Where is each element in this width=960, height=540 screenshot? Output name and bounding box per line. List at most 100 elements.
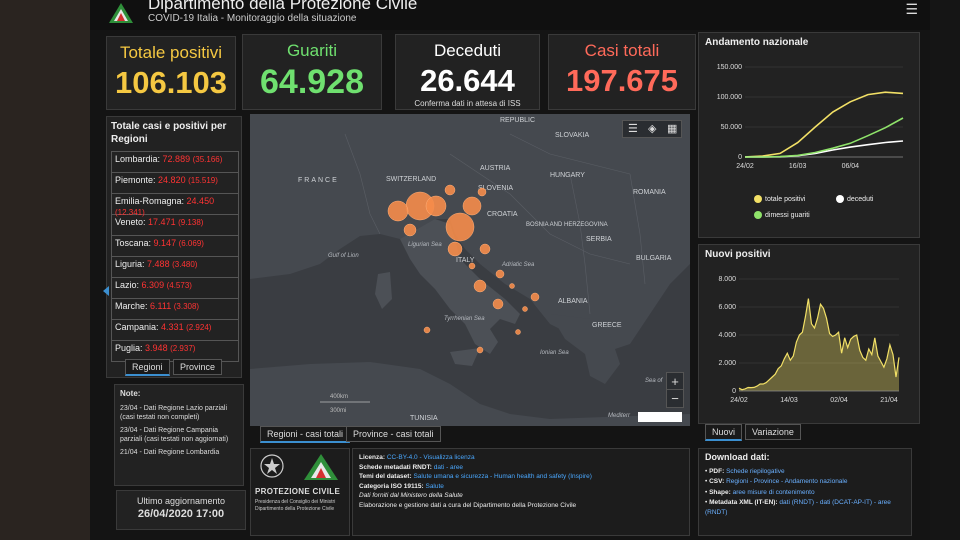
- download-label: PDF:: [709, 467, 725, 475]
- andamento-chart: 150.000 100.000 50.000 0 24/02 16/03 06/04: [717, 64, 904, 170]
- map-label-tyrrhenian-sea: Tyrrhenian Sea: [444, 316, 485, 322]
- bubble-sicilia: [476, 346, 484, 354]
- nuovi-positivi-panel: Nuovi positivi 8.000 6.000 4.000 2.000 0 24/0…: [698, 244, 920, 424]
- stat-label: Guariti: [286, 41, 338, 60]
- region-name: Veneto:: [115, 217, 146, 227]
- legend-item: totale positivi: [754, 195, 805, 203]
- map-label-hungary: HUNGARY: [550, 172, 585, 179]
- info-line-metadati: Schede metadati RNDT: dati - aree: [359, 463, 683, 473]
- basemap-gallery-icon[interactable]: ▦: [667, 122, 677, 135]
- region-row[interactable]: Piemonte: 24.820 (15.519): [112, 173, 238, 194]
- legend-swatch: [754, 211, 762, 219]
- y-tick-label: 6.000: [718, 304, 736, 311]
- x-tick-label: 02/04: [830, 397, 848, 404]
- regions-panel: Totale casi e positivi per Regioni Lomba…: [106, 116, 242, 378]
- region-row[interactable]: Lombardia: 72.889 (35.166): [112, 152, 238, 173]
- tab-regioni[interactable]: Regioni: [125, 359, 170, 376]
- x-tick-label: 24/02: [736, 163, 754, 170]
- map-canvas[interactable]: FRANCE SWITZERLAND AUSTRIA SLOVENIA CROA…: [250, 114, 690, 426]
- stat-deceduti: Deceduti 26.644 Conferma dati in attesa …: [395, 34, 540, 110]
- bubble-puglia: [530, 292, 540, 302]
- y-tick-label: 100.000: [717, 94, 742, 101]
- attribution-box: [638, 412, 682, 422]
- download-link[interactable]: aree misure di contenimento: [733, 489, 815, 496]
- bubble-umbria: [468, 262, 476, 270]
- region-list[interactable]: Lombardia: 72.889 (35.166) Piemonte: 24.8…: [111, 151, 239, 362]
- region-total: 9.147: [153, 238, 177, 248]
- bubble-lazio: [473, 279, 487, 293]
- note-line: 23/04 - Dati Regione Campania parziali (…: [120, 427, 229, 443]
- stat-value: 106.103: [114, 65, 228, 100]
- stat-value: 26.644: [420, 63, 515, 98]
- tab-nuovi[interactable]: Nuovi: [705, 424, 743, 441]
- tab-variazione[interactable]: Variazione: [745, 424, 801, 440]
- x-tick-label: 06/04: [842, 163, 860, 170]
- region-row[interactable]: Marche: 6.111 (3.308): [112, 299, 238, 320]
- update-value: 26/04/2020 17:00: [137, 508, 225, 520]
- region-row[interactable]: Veneto: 17.471 (9.138): [112, 215, 238, 236]
- layers-icon[interactable]: ◈: [648, 122, 656, 135]
- map-panel[interactable]: FRANCE SWITZERLAND AUSTRIA SLOVENIA CROA…: [250, 114, 690, 426]
- info-line-categoria: Categoria ISO 19115: Salute: [359, 482, 683, 492]
- categoria-link[interactable]: Salute: [425, 483, 443, 490]
- tab-map-province[interactable]: Province - casi totali: [346, 426, 441, 442]
- y-tick-label: 4.000: [718, 332, 736, 339]
- repubblica-emblem-icon: [260, 454, 284, 478]
- metadati-link[interactable]: dati - aree: [434, 464, 463, 471]
- bubble-emilia: [445, 212, 475, 242]
- landmass-sardinia: [375, 272, 392, 309]
- tab-map-regioni[interactable]: Regioni - casi totali: [260, 426, 351, 443]
- x-tick-label: 21/04: [880, 397, 898, 404]
- app-title: Dipartimento della Protezione Civile: [148, 0, 418, 13]
- legend-swatch: [836, 195, 844, 203]
- info-label: Categoria ISO 19115:: [359, 482, 424, 490]
- tab-province[interactable]: Province: [173, 359, 223, 375]
- last-update-panel: Ultimo aggiornamento 26/04/2020 17:00: [116, 490, 246, 530]
- pc-logo-sub2: Dipartimento della Protezione Civile: [255, 506, 335, 512]
- info-label: Schede metadati RNDT:: [359, 463, 432, 471]
- zoom-out-button[interactable]: −: [667, 390, 683, 407]
- region-row[interactable]: Campania: 4.331 (2.924): [112, 320, 238, 341]
- region-row[interactable]: Liguria: 7.488 (3.480): [112, 257, 238, 278]
- stat-guariti: Guariti 64.928: [242, 34, 382, 110]
- bubble-liguria: [403, 223, 417, 237]
- region-row[interactable]: Toscana: 9.147 (6.069): [112, 236, 238, 257]
- temi-link[interactable]: Salute umana e sicurezza - Human health …: [413, 473, 591, 480]
- region-positive: (9.138): [178, 218, 204, 227]
- landmass-sicily: [450, 348, 480, 366]
- download-item: • CSV: Regioni - Province - Andamento na…: [705, 477, 905, 487]
- region-name: Campania:: [115, 322, 159, 332]
- map-label-adriatic-sea: Adriatic Sea: [501, 262, 535, 268]
- legend-label: dimessi guariti: [765, 211, 810, 219]
- scale-mi: 300mi: [330, 408, 346, 414]
- legend-list-icon[interactable]: ☰: [628, 122, 638, 135]
- download-link[interactable]: Schede riepilogative: [726, 468, 785, 475]
- panel-expand-arrow-icon[interactable]: [103, 286, 109, 296]
- stat-casi-totali: Casi totali 197.675: [548, 34, 696, 110]
- nuovi-chart: 8.000 6.000 4.000 2.000 0 24/02 14/03 02/04 21/0…: [718, 276, 900, 404]
- legend-item: deceduti: [836, 195, 873, 203]
- bubble-calabria: [515, 329, 521, 335]
- y-tick-label: 2.000: [718, 360, 736, 367]
- bubble-friuli: [477, 187, 487, 197]
- download-title: Download dati:: [705, 452, 770, 462]
- region-row[interactable]: Lazio: 6.309 (4.573): [112, 278, 238, 299]
- zoom-controls: + −: [666, 372, 684, 408]
- monitor-bezel-right: [930, 0, 960, 540]
- map-label-mediterr: Mediterr: [608, 413, 631, 419]
- region-positive: (3.308): [173, 302, 200, 311]
- info-line-licenza: Licenza: CC-BY-4.0 - Visualizza licenza: [359, 453, 683, 463]
- dashboard-screen: Dipartimento della Protezione Civile COV…: [90, 0, 930, 540]
- download-item: • Metadata XML (IT-EN): dati (RNDT) - da…: [705, 498, 905, 517]
- map-label-tunisia: TUNISIA: [410, 415, 438, 422]
- notes-title: Note:: [120, 389, 141, 398]
- map-label-ligurian-sea: Ligurian Sea: [408, 242, 442, 248]
- download-link[interactable]: Regioni - Province - Andamento nazionale: [726, 478, 847, 485]
- bubble-marche: [479, 243, 491, 255]
- y-tick-label: 50.000: [721, 124, 743, 131]
- licenza-link[interactable]: CC-BY-4.0 - Visualizza licenza: [387, 454, 475, 461]
- zoom-in-button[interactable]: +: [667, 373, 683, 390]
- region-row[interactable]: Emilia-Romagna: 24.450 (12.341): [112, 194, 238, 217]
- regions-title: Totale casi e positivi per Regioni: [111, 121, 227, 145]
- hamburger-menu-icon[interactable]: ☰: [905, 1, 918, 18]
